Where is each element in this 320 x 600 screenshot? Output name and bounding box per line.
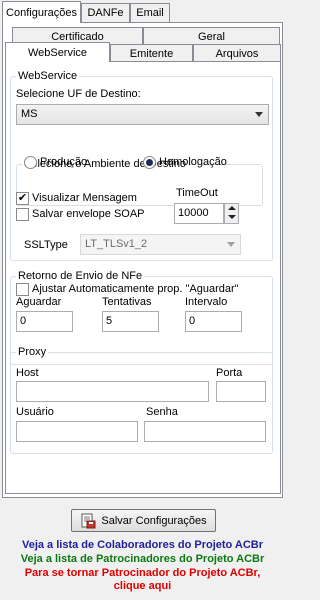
salvar-envelope-checkbox[interactable] xyxy=(16,208,29,221)
usuario-input[interactable] xyxy=(16,421,138,442)
homologacao-radio[interactable] xyxy=(143,156,156,169)
chevron-down-icon xyxy=(255,112,263,117)
senha-label: Senha xyxy=(146,406,178,418)
ssltype-select[interactable]: LT_TLSv1_2 xyxy=(80,234,241,255)
tab-danfe[interactable]: DANFe xyxy=(81,3,130,22)
intervalo-input[interactable]: 0 xyxy=(185,311,242,332)
aguardar-input[interactable]: 0 xyxy=(16,311,73,332)
chevron-down-icon xyxy=(227,242,235,247)
aguardar-label: Aguardar xyxy=(16,296,62,308)
ajustar-checkbox[interactable] xyxy=(16,283,29,296)
tab-configuracoes[interactable]: Configurações xyxy=(2,1,81,23)
tab-geral[interactable]: Geral xyxy=(143,27,280,45)
ssltype-label: SSLType xyxy=(24,239,68,251)
tab-email[interactable]: Email xyxy=(130,3,170,22)
uf-label: Selecione UF de Destino: xyxy=(16,88,141,100)
salvar-envelope-label: Salvar envelope SOAP xyxy=(32,208,145,220)
patrocinador-link[interactable]: Para se tornar Patrocinador do Projeto A… xyxy=(0,567,285,593)
visualizar-mensagem-checkbox[interactable]: ✔ xyxy=(16,192,29,205)
tentativas-label: Tentativas xyxy=(102,296,152,308)
spin-down-icon[interactable] xyxy=(225,213,238,222)
senha-input[interactable] xyxy=(144,421,266,442)
retorno-legend: Retorno de Envio de NFe xyxy=(16,270,145,283)
webservice-legend: WebService xyxy=(16,70,80,83)
timeout-spinner[interactable] xyxy=(224,203,239,224)
tab-emitente[interactable]: Emitente xyxy=(110,44,193,62)
timeout-input[interactable]: 10000 xyxy=(174,203,224,224)
save-settings-icon xyxy=(81,513,96,528)
producao-label: Produção xyxy=(40,156,88,168)
intervalo-label: Intervalo xyxy=(185,296,228,308)
producao-radio[interactable] xyxy=(24,156,37,169)
timeout-label: TimeOut xyxy=(176,187,218,199)
colaboradores-link[interactable]: Veja a lista de Colaboradores do Projeto… xyxy=(0,539,285,552)
spin-up-icon[interactable] xyxy=(225,204,238,213)
host-input[interactable] xyxy=(16,381,209,402)
usuario-label: Usuário xyxy=(16,406,54,418)
visualizar-mensagem-label: Visualizar Mensagem xyxy=(32,192,137,204)
host-label: Host xyxy=(16,367,39,379)
tab-webservice[interactable]: WebService xyxy=(5,42,110,62)
ajustar-label: Ajustar Automaticamente prop. "Aguardar" xyxy=(32,283,239,295)
porta-input[interactable] xyxy=(216,381,266,402)
save-button[interactable]: Salvar Configurações xyxy=(71,509,216,532)
porta-label: Porta xyxy=(216,367,243,379)
uf-select[interactable]: MS xyxy=(16,104,269,125)
tab-arquivos[interactable]: Arquivos xyxy=(193,44,281,62)
tentativas-input[interactable]: 5 xyxy=(102,311,159,332)
proxy-legend: Proxy xyxy=(16,346,49,359)
patrocinadores-link[interactable]: Veja a lista de Patrocinadores do Projet… xyxy=(0,553,285,566)
homologacao-label: Homologação xyxy=(159,156,227,168)
